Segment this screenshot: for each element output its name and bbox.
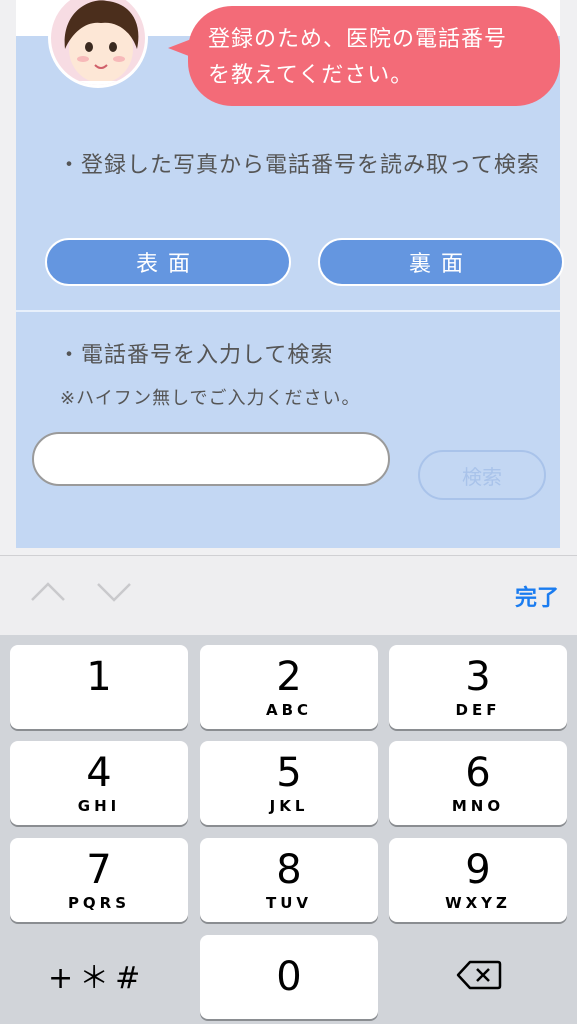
back-side-button[interactable]: 裏面 bbox=[318, 238, 564, 286]
symbols-key[interactable]: +＊# bbox=[48, 953, 146, 997]
key-digit: 6 bbox=[465, 750, 491, 796]
section-divider bbox=[16, 310, 560, 312]
key-digit: 4 bbox=[86, 750, 112, 796]
number-keypad: 1 2 ABC 3 DEF 4 GHI 5 JKL 6 MNO 7 PQRS 8… bbox=[0, 635, 577, 1024]
key-letters: PQRS bbox=[67, 894, 131, 912]
hyphen-note: ※ハイフン無しでご入力ください。 bbox=[60, 388, 361, 409]
keyboard-accessory-bar: 完了 bbox=[0, 555, 577, 635]
app-content: 登録のため、医院の電話番号 を教えてください。 ・登録した写真から電話番号を読み… bbox=[0, 0, 577, 555]
bubble-line-1: 登録のため、医院の電話番号 bbox=[208, 27, 508, 52]
key-letters: MNO bbox=[451, 797, 505, 815]
key-digit: 1 bbox=[86, 654, 112, 700]
key-digit: 0 bbox=[276, 954, 302, 1000]
chevron-down-icon[interactable] bbox=[96, 580, 132, 604]
key-letters: DEF bbox=[455, 701, 501, 719]
key-letters: ABC bbox=[265, 701, 313, 719]
front-side-button[interactable]: 表面 bbox=[45, 238, 291, 286]
key-digit: 9 bbox=[465, 847, 491, 893]
chevron-up-icon[interactable] bbox=[30, 580, 66, 604]
key-letters: WXYZ bbox=[445, 894, 511, 912]
nurse-avatar bbox=[48, 0, 148, 88]
key-9[interactable]: 9 WXYZ bbox=[389, 838, 567, 922]
key-8[interactable]: 8 TUV bbox=[200, 838, 378, 922]
key-digit: 3 bbox=[465, 654, 491, 700]
key-1[interactable]: 1 bbox=[10, 645, 188, 729]
backspace-icon[interactable] bbox=[456, 959, 502, 991]
key-2[interactable]: 2 ABC bbox=[200, 645, 378, 729]
key-letters: TUV bbox=[265, 894, 313, 912]
key-7[interactable]: 7 PQRS bbox=[10, 838, 188, 922]
key-digit: 7 bbox=[86, 847, 112, 893]
key-letters: GHI bbox=[77, 797, 121, 815]
key-digit: 5 bbox=[276, 750, 302, 796]
key-4[interactable]: 4 GHI bbox=[10, 741, 188, 825]
key-letters: JKL bbox=[269, 797, 309, 815]
key-6[interactable]: 6 MNO bbox=[389, 741, 567, 825]
photo-search-description: ・登録した写真から電話番号を読み取って検索 bbox=[58, 153, 540, 178]
done-button[interactable]: 完了 bbox=[515, 580, 559, 612]
manual-search-description: ・電話番号を入力して検索 bbox=[58, 343, 334, 368]
key-3[interactable]: 3 DEF bbox=[389, 645, 567, 729]
key-digit: 2 bbox=[276, 654, 302, 700]
phone-number-input[interactable] bbox=[32, 432, 390, 486]
bubble-line-2: を教えてください。 bbox=[208, 63, 414, 88]
search-button[interactable]: 検索 bbox=[418, 450, 546, 500]
key-5[interactable]: 5 JKL bbox=[200, 741, 378, 825]
key-digit: 8 bbox=[276, 847, 302, 893]
speech-bubble: 登録のため、医院の電話番号 を教えてください。 bbox=[188, 6, 560, 106]
key-0[interactable]: 0 bbox=[200, 935, 378, 1019]
